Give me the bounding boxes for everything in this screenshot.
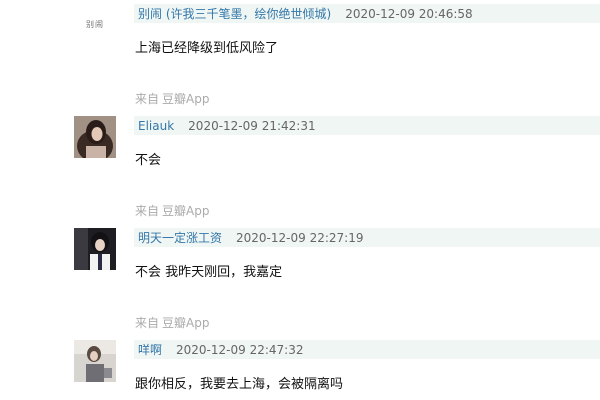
- comment-header: Eliauk 2020-12-09 21:42:31: [134, 116, 600, 135]
- source-prefix: 来自: [135, 204, 160, 218]
- source-app-link[interactable]: 豆瓣App: [162, 316, 209, 330]
- author-name[interactable]: 别闹: [138, 7, 162, 21]
- author-name[interactable]: 咩啊: [134, 341, 162, 358]
- comment-header: 咩啊 2020-12-09 22:47:32: [134, 340, 600, 359]
- comment-timestamp: 2020-12-09 20:46:58: [345, 6, 473, 21]
- comment-text: 上海已经降级到低风险了: [135, 41, 279, 56]
- comment-timestamp: 2020-12-09 22:47:32: [176, 342, 304, 357]
- author-signature: (许我三千笔墨，绘你绝世倾城): [165, 7, 332, 21]
- comment-timestamp: 2020-12-09 21:42:31: [188, 118, 316, 133]
- comment-text: 不会 我昨天刚回，我嘉定: [135, 265, 283, 280]
- avatar[interactable]: [74, 228, 116, 270]
- comment-text: 跟你相反，我要去上海，会被隔离吗: [135, 377, 344, 392]
- source-prefix: 来自: [135, 92, 160, 106]
- source-prefix: 来自: [135, 316, 160, 330]
- author-name[interactable]: 明天一定涨工资: [134, 229, 222, 246]
- comment-header: 明天一定涨工资 2020-12-09 22:27:19: [134, 228, 600, 247]
- comment-list: 别闹 别闹 (许我三千笔墨，绘你绝世倾城) 2020-12-09 20:46:5…: [0, 0, 600, 400]
- source-app-link[interactable]: 豆瓣App: [162, 204, 209, 218]
- avatar[interactable]: [74, 340, 116, 382]
- comment-text: 不会: [135, 153, 162, 168]
- avatar-photo: [74, 116, 116, 158]
- author-name[interactable]: Eliauk: [134, 119, 174, 133]
- avatar-photo: [74, 340, 116, 382]
- comment-source: 来自 豆瓣App: [135, 90, 209, 107]
- comment-source: 来自 豆瓣App: [135, 314, 209, 331]
- comment-timestamp: 2020-12-09 22:27:19: [236, 230, 364, 245]
- author-link[interactable]: 别闹 (许我三千笔墨，绘你绝世倾城): [134, 5, 331, 22]
- avatar[interactable]: 别闹: [74, 19, 116, 30]
- source-app-link[interactable]: 豆瓣App: [162, 92, 209, 106]
- comment-header: 别闹 (许我三千笔墨，绘你绝世倾城) 2020-12-09 20:46:58: [134, 4, 600, 23]
- comment-source: 来自 豆瓣App: [135, 202, 209, 219]
- avatar[interactable]: [74, 116, 116, 158]
- avatar-photo: [74, 228, 116, 270]
